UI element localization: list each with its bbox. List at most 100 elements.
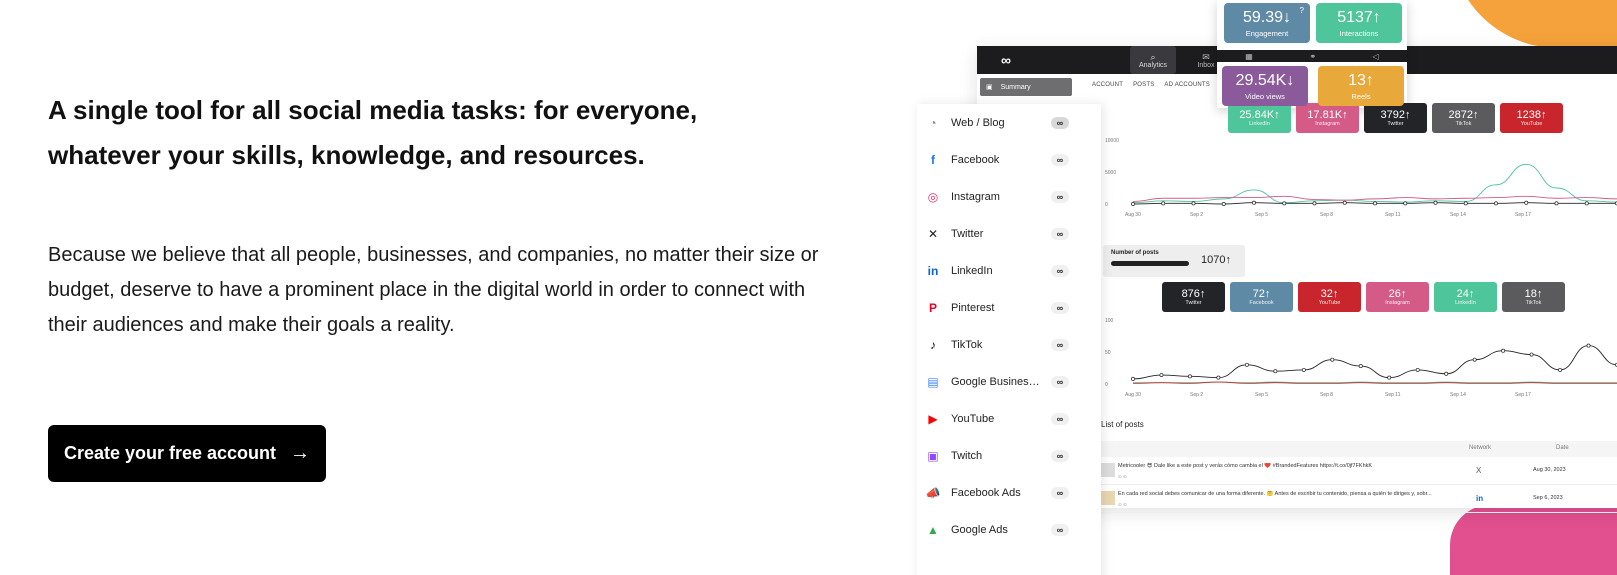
- network-item-tiktok[interactable]: ♪ TikTok ∞: [917, 326, 1101, 363]
- col-network: Network: [1469, 445, 1492, 451]
- nav-analytics[interactable]: ⌕ Analytics: [1130, 46, 1176, 74]
- x-tick-label: Sep 2: [1190, 212, 1203, 218]
- data-point: [1282, 201, 1287, 206]
- network-item-pinterest[interactable]: P Pinterest ∞: [917, 289, 1101, 326]
- network-item-linkedin[interactable]: in LinkedIn ∞: [917, 252, 1101, 289]
- metric-label: Facebook: [1249, 299, 1274, 306]
- overlay-tile-engagement[interactable]: 59.39↓ Engagement?: [1224, 3, 1310, 43]
- post-date: Sep 6, 2023: [1533, 495, 1563, 501]
- connect-toggle-icon[interactable]: ∞: [1051, 227, 1069, 240]
- metric-tile-youtube[interactable]: 32↑ YouTube: [1298, 282, 1361, 312]
- link-icon[interactable]: ⚭: [1309, 52, 1316, 61]
- sidebar-item-summary[interactable]: ▣ Summary: [980, 78, 1072, 96]
- posts-label: Number of posts: [1111, 250, 1159, 256]
- post-text: En cada red social debes comunicar de un…: [1118, 491, 1432, 497]
- metric-value: 13↑: [1348, 71, 1374, 89]
- network-label: Facebook: [951, 153, 1000, 166]
- connect-toggle-icon[interactable]: ∞: [1051, 116, 1069, 129]
- table-row[interactable]: En cada red social debes comunicar de un…: [1101, 485, 1617, 513]
- data-point: [1501, 348, 1506, 353]
- series-line: [1132, 163, 1617, 204]
- data-point: [1131, 202, 1135, 206]
- metric-tile-twitter[interactable]: 876↑ Twitter: [1162, 282, 1225, 312]
- metric-tile-twitter[interactable]: 3792↑ Twitter: [1364, 103, 1427, 133]
- tab-account[interactable]: ACCOUNT: [1092, 82, 1123, 88]
- analytics-icon: ⌕: [1150, 51, 1156, 62]
- connect-toggle-icon[interactable]: ∞: [1051, 412, 1069, 425]
- data-point: [1191, 201, 1196, 206]
- x-tick-label: Sep 8: [1320, 392, 1333, 398]
- network-item-web-blog[interactable]: ◔ Web / Blog ∞: [917, 104, 1101, 141]
- data-point: [1387, 375, 1392, 380]
- metric-tile-instagram[interactable]: 17.81K↑ Instagram: [1296, 103, 1359, 133]
- popup-toolbar: ▦ ⚭ ◁: [1217, 50, 1407, 62]
- network-item-facebook[interactable]: f Facebook ∞: [917, 141, 1101, 178]
- data-point: [1584, 201, 1589, 206]
- overlay-tile-reels[interactable]: 13↑ Reels: [1318, 66, 1404, 106]
- metric-tile-linkedin[interactable]: 25.84K↑ LinkedIn: [1228, 103, 1291, 133]
- network-item-instagram[interactable]: ◎ Instagram ∞: [917, 178, 1101, 215]
- metric-tile-linkedin[interactable]: 24↑ LinkedIn: [1434, 282, 1497, 312]
- network-item-youtube[interactable]: ▶ YouTube ∞: [917, 400, 1101, 437]
- post-text: Metricooler 😎 Dale like a este post y ve…: [1118, 463, 1373, 469]
- data-point: [1244, 362, 1249, 367]
- tab-posts[interactable]: POSTS: [1133, 82, 1154, 88]
- x-tick-label: Sep 5: [1255, 212, 1268, 218]
- data-point: [1472, 357, 1477, 362]
- create-account-button[interactable]: Create your free account →: [48, 425, 326, 482]
- connect-toggle-icon[interactable]: ∞: [1051, 301, 1069, 314]
- metric-label: Twitter: [1387, 120, 1404, 127]
- overlay-tile-interactions[interactable]: 5137↑ Interactions: [1316, 3, 1402, 43]
- twitch-icon: ▣: [927, 448, 939, 463]
- table-row[interactable]: Metricooler 😎 Dale like a este post y ve…: [1101, 457, 1617, 485]
- google-business-icon: ▤: [927, 374, 939, 389]
- metric-tile-tiktok[interactable]: 18↑ TikTok: [1502, 282, 1565, 312]
- data-point: [1273, 369, 1278, 374]
- calendar-icon[interactable]: ▦: [1245, 52, 1253, 61]
- network-item-google-ads[interactable]: ▲ Google Ads ∞: [917, 511, 1101, 548]
- overlay-tile-video-views[interactable]: 29.54K↓ Video views: [1222, 66, 1308, 106]
- connect-toggle-icon[interactable]: ∞: [1051, 486, 1069, 499]
- metric-tile-facebook[interactable]: 72↑ Facebook: [1230, 282, 1293, 312]
- network-label: Twitter: [951, 227, 984, 240]
- network-item-facebook-ads[interactable]: 📣 Facebook Ads ∞: [917, 474, 1101, 511]
- connect-toggle-icon[interactable]: ∞: [1051, 153, 1069, 166]
- x-tick-label: Sep 11: [1385, 392, 1401, 398]
- connect-toggle-icon[interactable]: ∞: [1051, 523, 1069, 536]
- connect-toggle-icon[interactable]: ∞: [1051, 264, 1069, 277]
- x-tick-label: Sep 17: [1515, 392, 1531, 398]
- x-tick-label: Sep 14: [1450, 212, 1466, 218]
- rss-icon: ◔: [929, 115, 937, 130]
- data-point: [1159, 373, 1164, 377]
- megaphone-icon[interactable]: ◁: [1373, 52, 1379, 61]
- help-icon[interactable]: ?: [1300, 6, 1304, 15]
- metric-tile-youtube[interactable]: 1238↑ YouTube: [1500, 103, 1563, 133]
- metric-value: 2872↑: [1448, 108, 1479, 121]
- network-item-twitch[interactable]: ▣ Twitch ∞: [917, 437, 1101, 474]
- connect-toggle-icon[interactable]: ∞: [1051, 449, 1069, 462]
- data-point: [1216, 375, 1221, 380]
- y-tick-label: 50: [1105, 350, 1111, 356]
- series-line: [1132, 345, 1617, 380]
- x-tick-label: Sep 11: [1385, 212, 1401, 218]
- network-label: Web / Blog: [951, 116, 1005, 129]
- network-item-google-business[interactable]: ▤ Google Business ... ∞: [917, 363, 1101, 400]
- tab-ad-accounts[interactable]: AD ACCOUNTS: [1164, 82, 1210, 88]
- data-point: [1342, 200, 1347, 205]
- data-point: [1312, 201, 1317, 206]
- metric-tile-instagram[interactable]: 26↑ Instagram: [1366, 282, 1429, 312]
- linkedin-icon: in: [927, 263, 939, 278]
- post-meta: ⊙ ⊙: [1118, 474, 1127, 479]
- metric-tile-tiktok[interactable]: 2872↑ TikTok: [1432, 103, 1495, 133]
- connect-toggle-icon[interactable]: ∞: [1051, 338, 1069, 351]
- network-label: Twitch: [951, 449, 983, 462]
- post-meta: ⊙ ⊙: [1118, 502, 1127, 507]
- calendar-icon: ▣: [986, 84, 993, 91]
- connect-toggle-icon[interactable]: ∞: [1051, 190, 1069, 203]
- metric-value: 25.84K↑: [1239, 108, 1280, 121]
- metric-value: 26↑: [1388, 287, 1407, 300]
- network-item-twitter[interactable]: ✕ Twitter ∞: [917, 215, 1101, 252]
- x-tick-label: Sep 8: [1320, 212, 1333, 218]
- metric-value: 29.54K↓: [1235, 71, 1295, 89]
- connect-toggle-icon[interactable]: ∞: [1051, 375, 1069, 388]
